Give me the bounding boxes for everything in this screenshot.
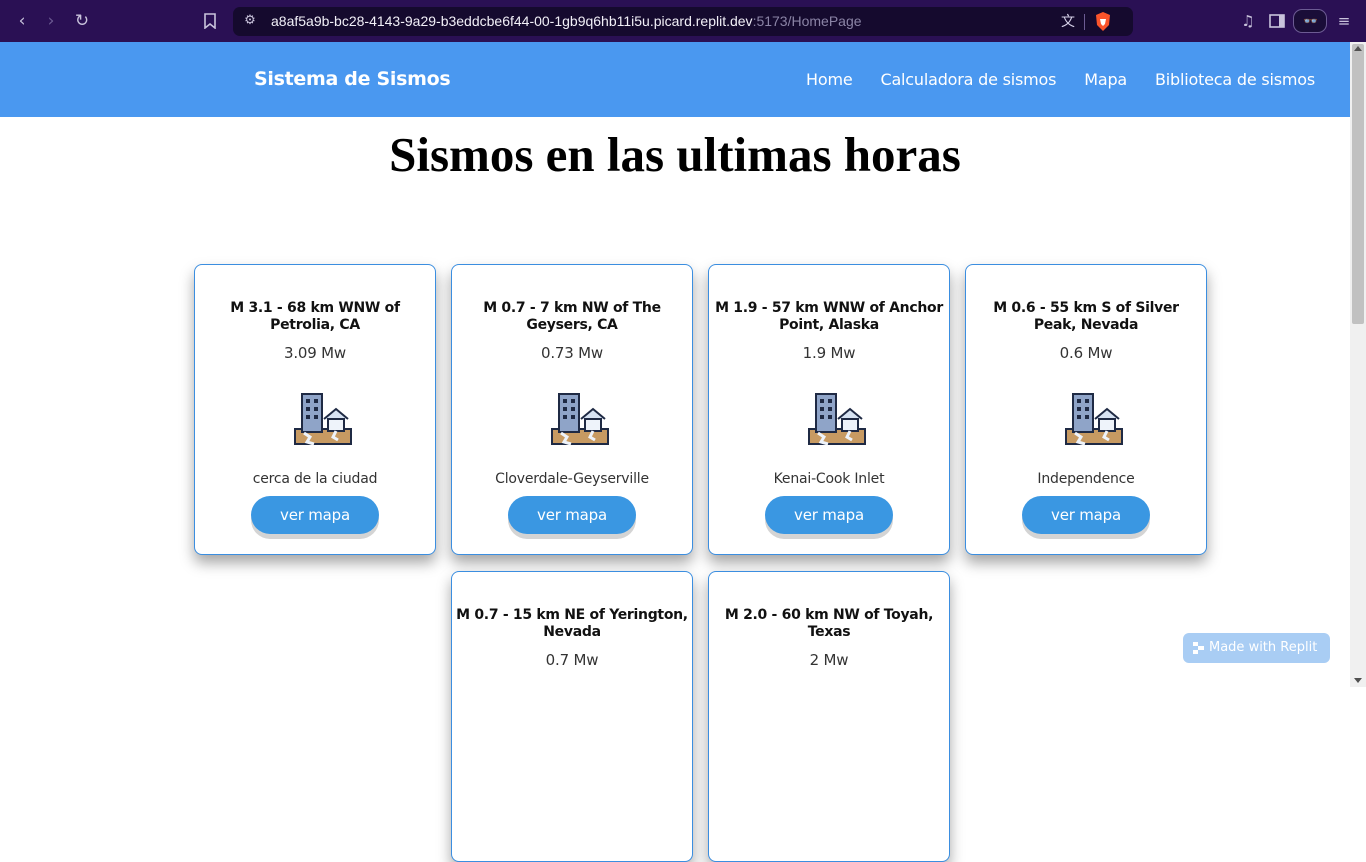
quake-card: M 0.6 - 55 km S of Silver Peak, Nevada 0…: [965, 264, 1207, 555]
reload-icon[interactable]: ↻: [71, 10, 93, 32]
media-icon[interactable]: ♫: [1237, 10, 1259, 32]
brave-shield-icon[interactable]: [1093, 11, 1113, 32]
quake-card: M 0.7 - 7 km NW of The Geysers, CA 0.73 …: [451, 264, 693, 555]
nav-link-biblioteca[interactable]: Biblioteca de sismos: [1155, 70, 1315, 89]
quake-card: M 1.9 - 57 km WNW of Anchor Point, Alask…: [708, 264, 950, 555]
badge-label: Made with Replit: [1209, 640, 1318, 655]
url-divider: [1084, 14, 1085, 30]
quake-magnitude: 0.73 Mw: [541, 344, 603, 362]
ver-mapa-button[interactable]: ver mapa: [765, 496, 893, 534]
menu-icon[interactable]: ≡: [1333, 10, 1355, 32]
earthquake-icon: [550, 392, 610, 446]
page-title: Sismos en las ultimas horas: [389, 127, 961, 182]
quake-magnitude: 2 Mw: [809, 651, 849, 669]
app-navbar: Sistema de Sismos Home Calculadora de si…: [0, 42, 1350, 117]
quake-place: Independence: [1037, 471, 1135, 487]
made-with-replit-badge[interactable]: Made with Replit: [1183, 633, 1330, 663]
ver-mapa-button[interactable]: ver mapa: [508, 496, 636, 534]
ver-mapa-button[interactable]: ver mapa: [251, 496, 379, 534]
url-path: :5173/HomePage: [752, 13, 862, 29]
scroll-up-icon[interactable]: [1354, 46, 1362, 51]
back-icon[interactable]: ‹: [11, 10, 33, 32]
quake-card: M 3.1 - 68 km WNW of Petrolia, CA 3.09 M…: [194, 264, 436, 555]
quake-place: Kenai-Cook Inlet: [773, 471, 885, 487]
url-text[interactable]: a8af5a9b-bc28-4143-9a29-b3eddcbe6f44-00-…: [271, 13, 862, 29]
address-bar[interactable]: ⚙ a8af5a9b-bc28-4143-9a29-b3eddcbe6f44-0…: [233, 7, 1133, 36]
nav-links: Home Calculadora de sismos Mapa Bibliote…: [806, 70, 1315, 89]
quake-title: M 0.6 - 55 km S of Silver Peak, Nevada: [993, 300, 1179, 333]
nav-link-mapa[interactable]: Mapa: [1084, 70, 1127, 89]
scrollbar-thumb[interactable]: [1352, 44, 1364, 324]
quake-title: M 0.7 - 7 km NW of The Geysers, CA: [483, 300, 661, 333]
earthquake-icon: [1064, 392, 1124, 446]
site-settings-icon[interactable]: ⚙: [242, 13, 258, 29]
quake-place: Cloverdale-Geyserville: [495, 471, 649, 487]
ver-mapa-button[interactable]: ver mapa: [1022, 496, 1150, 534]
translate-icon[interactable]: 文: [1058, 12, 1078, 32]
quake-title: M 0.7 - 15 km NE of Yerington, Nevada: [456, 607, 688, 640]
nav-link-home[interactable]: Home: [806, 70, 853, 89]
quake-magnitude: 3.09 Mw: [284, 344, 346, 362]
quake-magnitude: 1.9 Mw: [802, 344, 856, 362]
quake-magnitude: 0.6 Mw: [1059, 344, 1113, 362]
earthquake-icon: [807, 392, 867, 446]
brand-title[interactable]: Sistema de Sismos: [254, 68, 451, 90]
browser-toolbar: ‹ › ↻ ⚙ a8af5a9b-bc28-4143-9a29-b3eddcbe…: [0, 0, 1366, 42]
bookmark-icon[interactable]: [199, 10, 221, 32]
private-mode-icon[interactable]: 👓: [1293, 9, 1327, 33]
quake-title: M 2.0 - 60 km NW of Toyah, Texas: [724, 607, 934, 640]
forward-icon[interactable]: ›: [40, 10, 62, 32]
quake-title: M 3.1 - 68 km WNW of Petrolia, CA: [230, 300, 400, 333]
quake-place: cerca de la ciudad: [252, 471, 378, 487]
url-host: a8af5a9b-bc28-4143-9a29-b3eddcbe6f44-00-…: [271, 13, 753, 29]
sidebar-icon[interactable]: [1266, 10, 1288, 32]
earthquake-icon: [293, 392, 353, 446]
nav-link-calculadora[interactable]: Calculadora de sismos: [880, 70, 1056, 89]
scroll-down-icon[interactable]: [1354, 678, 1362, 683]
replit-logo-icon: [1193, 642, 1204, 654]
quake-card: M 2.0 - 60 km NW of Toyah, Texas 2 Mw: [708, 571, 950, 862]
quake-card: M 0.7 - 15 km NE of Yerington, Nevada 0.…: [451, 571, 693, 862]
quake-title: M 1.9 - 57 km WNW of Anchor Point, Alask…: [715, 300, 943, 333]
quake-magnitude: 0.7 Mw: [545, 651, 599, 669]
